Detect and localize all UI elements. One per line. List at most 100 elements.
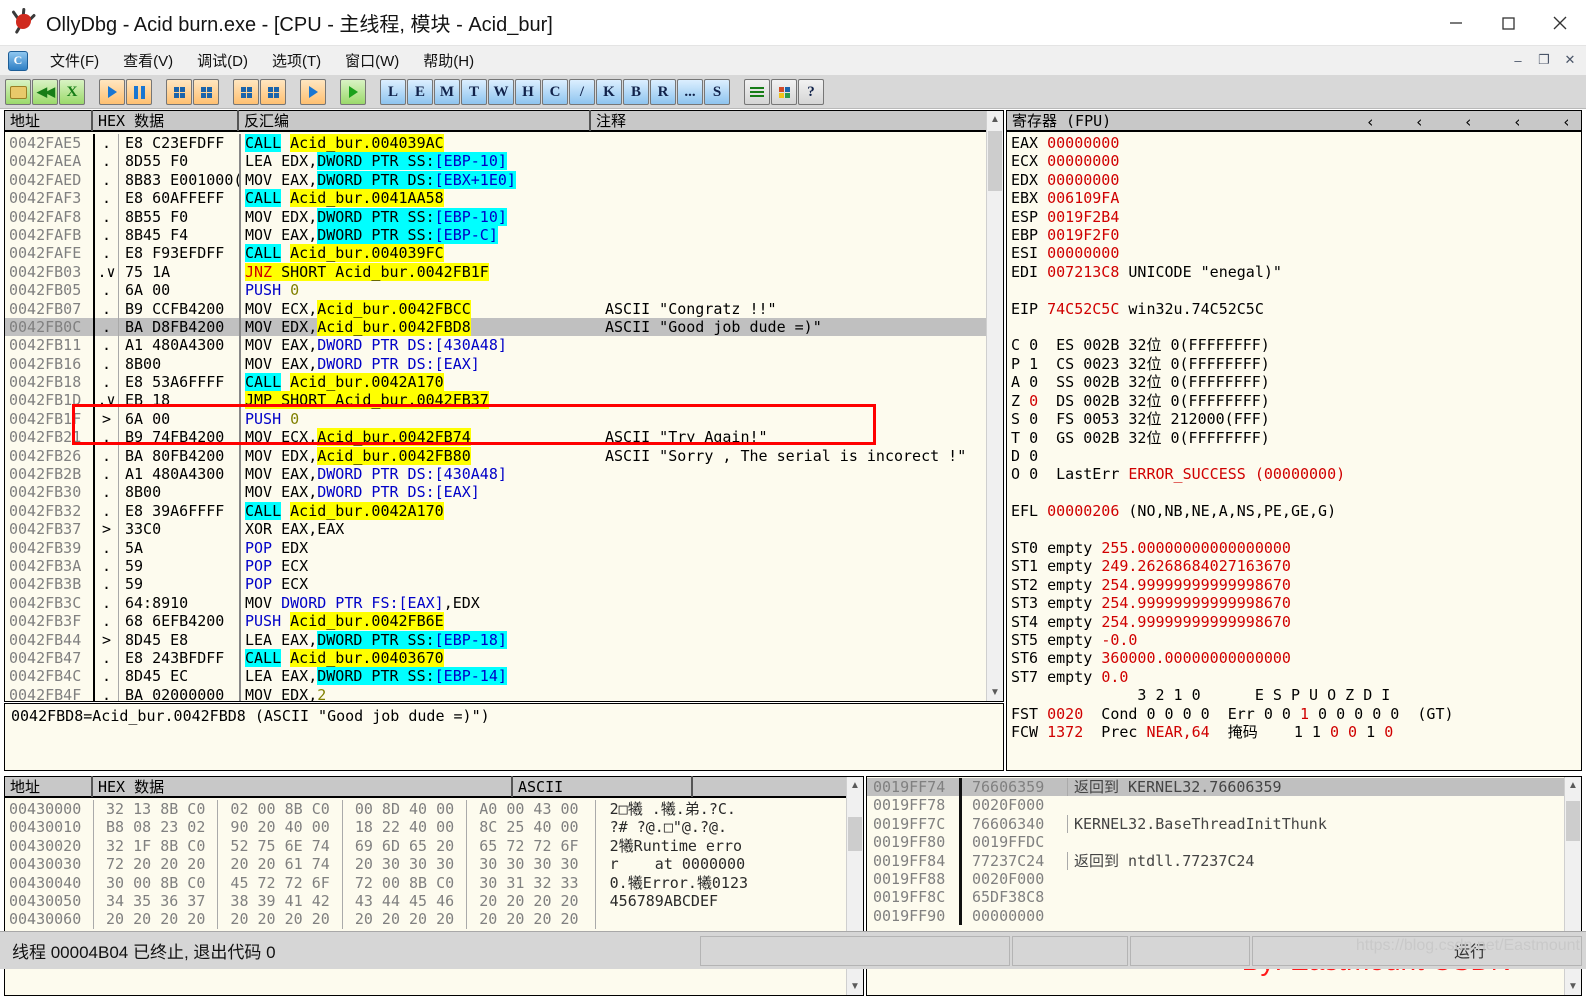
toolbar-source-button[interactable]: S [704,79,730,105]
stack-row[interactable]: 0019FF7476606359返回到 KERNEL32.76606359 [867,778,1564,796]
disassembly-row[interactable]: 0042FB1F>6A 00PUSH 0 [5,410,986,428]
disassembly-row[interactable]: 0042FB4F.BA 02000000MOV EDX,2 [5,686,986,701]
fpu-row[interactable]: ST2 empty 254.99999999999998670 [1011,576,1577,594]
menu-file[interactable]: 文件(F) [38,48,111,73]
disassembly-row[interactable]: 0042FB11.A1 480A4300MOV EAX,DWORD PTR DS… [5,336,986,354]
close-icon[interactable] [1534,0,1586,46]
toolbar-options-list-icon[interactable] [744,79,770,105]
toolbar-trace-over-icon[interactable] [260,79,286,105]
toolbar-log-window-button[interactable]: L [380,79,406,105]
disassembly-row[interactable]: 0042FB0C.BA D8FB4200MOV EDX,Acid_bur.004… [5,318,986,336]
toolbar-run-trace-button[interactable]: ... [677,79,703,105]
mdi-minimize-icon[interactable]: – [1506,49,1530,71]
toolbar-patches-button[interactable]: / [569,79,595,105]
fpu-row[interactable]: ST5 empty -0.0 [1011,631,1577,649]
fpu-row[interactable]: ST7 empty 0.0 [1011,668,1577,686]
dump-row[interactable]: 00430010 B8 08 23 02 90 20 40 00 18 22 4… [5,818,846,836]
disassembly-row[interactable]: 0042FB3A.59POP ECX [5,557,986,575]
menu-view[interactable]: 查看(V) [111,48,185,73]
disassembly-row[interactable]: 0042FB44>8D45 E8LEA EAX,DWORD PTR SS:[EB… [5,631,986,649]
stack-row[interactable]: 0019FF9000000000 [867,907,1564,925]
toolbar-executable-modules-button[interactable]: E [407,79,433,105]
dump-scroll-thumb[interactable] [848,817,862,851]
disassembly-row[interactable]: 0042FB3F.68 6EFB4200PUSH Acid_bur.0042FB… [5,612,986,630]
menu-debug[interactable]: 调试(D) [185,48,260,73]
scroll-up-icon[interactable]: ▲ [987,111,1003,128]
stack-row[interactable]: 0019FF8477237C24返回到 ntdll.77237C24 [867,852,1564,870]
lasterr-row[interactable]: O 0 LastErr ERROR_SUCCESS (00000000) [1011,465,1577,483]
reg-nav-arrow-2[interactable]: ‹ [1415,113,1424,131]
disassembly-row[interactable]: 0042FAFE.E8 F93EFDFFCALL Acid_bur.004039… [5,244,986,262]
toolbar-references-button[interactable]: R [650,79,676,105]
menu-help[interactable]: 帮助(H) [411,48,486,73]
disassembly-row[interactable]: 0042FAF3.E8 60AFFEFFCALL Acid_bur.0041AA… [5,189,986,207]
toolbar-handles-button[interactable]: H [515,79,541,105]
disassembly-row[interactable]: 0042FAEA.8D55 F0LEA EDX,DWORD PTR SS:[EB… [5,152,986,170]
register-row[interactable]: EDX 00000000 [1011,171,1577,189]
flag-row[interactable]: D 0 [1011,447,1577,465]
reg-nav-arrow-1[interactable]: ‹ [1366,113,1375,131]
register-row[interactable]: EAX 00000000 [1011,134,1577,152]
mdi-close-icon[interactable]: ✕ [1558,49,1582,71]
scroll-thumb[interactable] [988,131,1002,191]
reg-nav-arrow-5[interactable]: ‹ [1562,113,1571,131]
register-row[interactable]: EDI 007213C8 UNICODE "enegal)" [1011,263,1577,281]
stack-row[interactable]: 0019FF780020F000 [867,796,1564,814]
disassembly-row[interactable]: 0042FAE5.E8 C23EFDFFCALL Acid_bur.004039… [5,134,986,152]
disassembly-vertical-scrollbar[interactable]: ▲ ▼ [986,111,1003,701]
toolbar-cpu-window-button[interactable]: C [542,79,568,105]
toolbar-memory-map-button[interactable]: M [434,79,460,105]
disassembly-row[interactable]: 0042FB30.8B00MOV EAX,DWORD PTR DS:[EAX] [5,483,986,501]
toolbar-run-icon[interactable] [99,79,125,105]
toolbar-run-to-selection-icon[interactable] [340,79,366,105]
toolbar-close-program-icon[interactable]: X [59,79,85,105]
dump-col-header-hex[interactable]: HEX 数据 [93,776,513,797]
disassembly-row[interactable]: 0042FB2B.A1 480A4300MOV EAX,DWORD PTR DS… [5,465,986,483]
registers-body[interactable]: EAX 00000000ECX 00000000EDX 00000000EBX … [1011,134,1577,768]
stack-row[interactable]: 0019FF880020F000 [867,870,1564,888]
disassembly-row[interactable]: 0042FB47.E8 243BFDFFCALL Acid_bur.004036… [5,649,986,667]
toolbar-breakpoints-button[interactable]: B [623,79,649,105]
register-row[interactable]: EBX 006109FA [1011,189,1577,207]
fpu-row[interactable]: ST0 empty 255.00000000000000000 [1011,539,1577,557]
toolbar-windows-button[interactable]: W [488,79,514,105]
col-header-hex[interactable]: HEX 数据 [93,110,239,131]
fst-row[interactable]: FST 0020 Cond 0 0 0 0 Err 0 0 1 0 0 0 0 … [1011,705,1577,723]
toolbar-execute-till-return-icon[interactable] [300,79,326,105]
toolbar-trace-into-icon[interactable] [233,79,259,105]
efl-row[interactable]: EFL 00000206 (NO,NB,NE,A,NS,PE,GE,G) [1011,502,1577,520]
fpu-row[interactable]: ST4 empty 254.99999999999998670 [1011,613,1577,631]
disassembly-row[interactable]: 0042FAF8.8B55 F0MOV EDX,DWORD PTR SS:[EB… [5,208,986,226]
stack-scroll-down-icon[interactable]: ▼ [1565,978,1581,995]
dump-scroll-down-icon[interactable]: ▼ [847,978,863,995]
disassembly-row[interactable]: 0042FB05.6A 00PUSH 0 [5,281,986,299]
dump-row[interactable]: 00430020 32 1F 8B C0 52 75 6E 74 69 6D 6… [5,837,846,855]
fpu-row[interactable]: ST1 empty 249.26268684027163670 [1011,557,1577,575]
stack-row[interactable]: 0019FF7C76606340KERNEL32.BaseThreadInitT… [867,815,1564,833]
stack-scroll-up-icon[interactable]: ▲ [1565,777,1581,794]
toolbar-pause-icon[interactable] [126,79,152,105]
disassembly-row[interactable]: 0042FB3C.64:8910MOV DWORD PTR FS:[EAX],E… [5,594,986,612]
register-row-eip[interactable]: EIP 74C52C5C win32u.74C52C5C [1011,300,1577,318]
dump-col-header-address[interactable]: 地址 [5,776,93,797]
disassembly-row[interactable]: 0042FB32.E8 39A6FFFFCALL Acid_bur.0042A1… [5,502,986,520]
menu-options[interactable]: 选项(T) [260,48,333,73]
flag-row[interactable]: A 0 SS 002B 32位 0(FFFFFFFF) [1011,373,1577,391]
flag-row[interactable]: Z 0 DS 002B 32位 0(FFFFFFFF) [1011,392,1577,410]
flag-row[interactable]: T 0 GS 002B 32位 0(FFFFFFFF) [1011,429,1577,447]
col-header-comment[interactable]: 注释 [591,110,1003,131]
disassembly-row[interactable]: 0042FB07.B9 CCFB4200MOV ECX,Acid_bur.004… [5,300,986,318]
toolbar-threads-button[interactable]: T [461,79,487,105]
fpu-row[interactable]: ST6 empty 360000.00000000000000 [1011,649,1577,667]
fpu-row[interactable]: ST3 empty 254.99999999999998670 [1011,594,1577,612]
disassembly-row[interactable]: 0042FB4C.8D45 ECLEA EAX,DWORD PTR SS:[EB… [5,667,986,685]
disassembly-row[interactable]: 0042FB37>33C0XOR EAX,EAX [5,520,986,538]
disassembly-row[interactable]: 0042FAFB.8B45 F4MOV EAX,DWORD PTR SS:[EB… [5,226,986,244]
register-row[interactable]: ECX 00000000 [1011,152,1577,170]
toolbar-help-icon[interactable]: ? [798,79,824,105]
maximize-icon[interactable] [1482,0,1534,46]
dump-row[interactable]: 00430060 20 20 20 20 20 20 20 20 20 20 2… [5,910,846,928]
dump-scroll-up-icon[interactable]: ▲ [847,777,863,794]
stack-row[interactable]: 0019FF8C65DF38C8 [867,888,1564,906]
dump-row[interactable]: 00430040 30 00 8B C0 45 72 72 6F 72 00 8… [5,874,846,892]
